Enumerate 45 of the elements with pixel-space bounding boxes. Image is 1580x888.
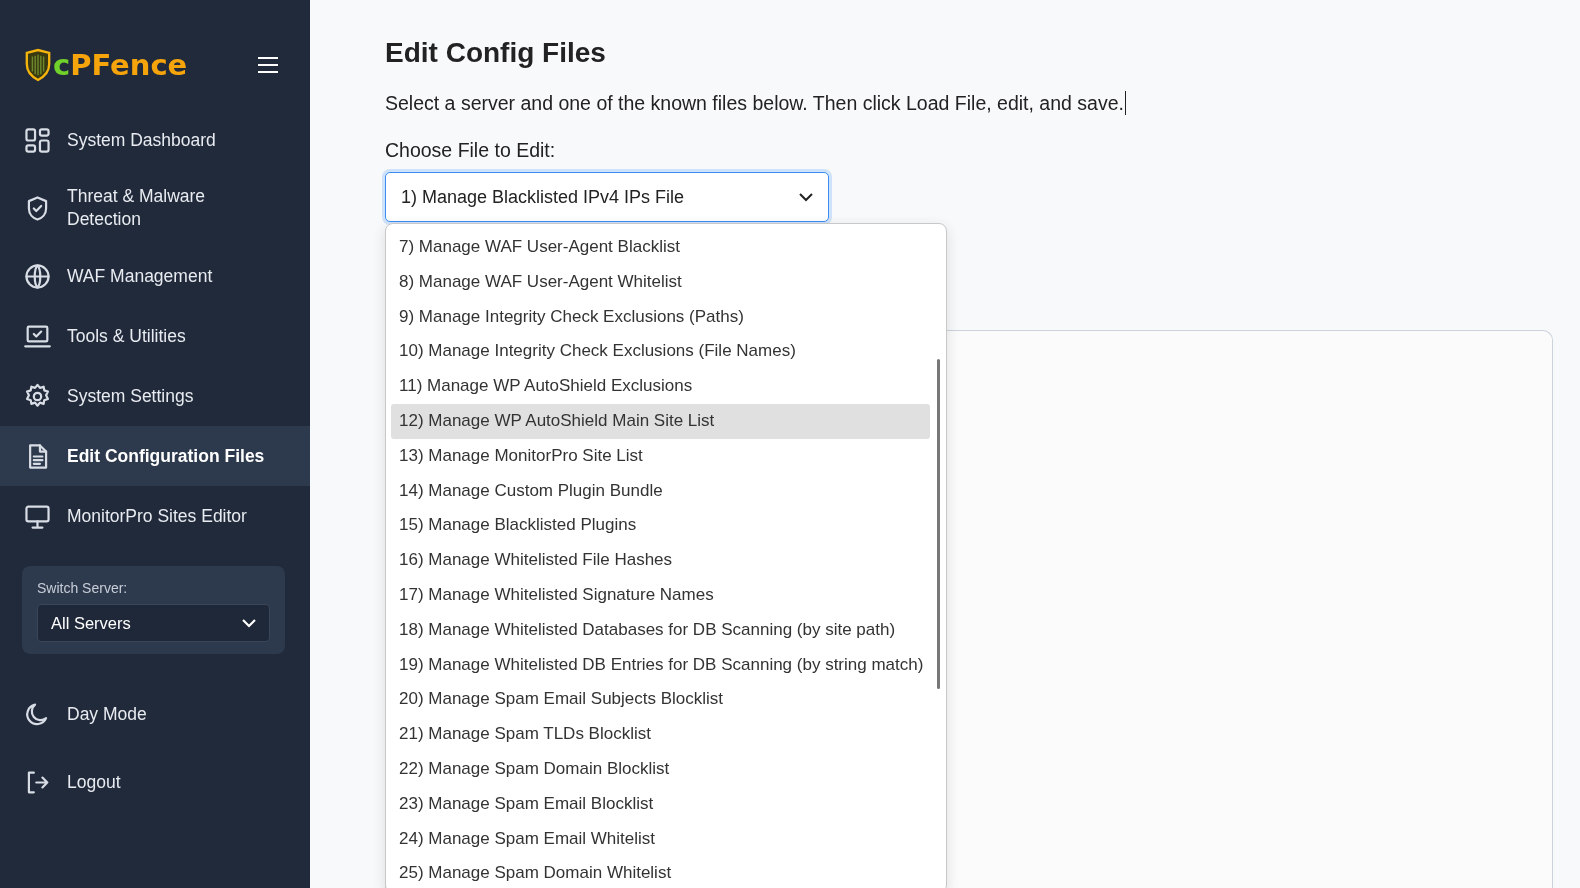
file-option[interactable]: 22) Manage Spam Domain Blocklist: [391, 751, 930, 787]
grid-icon: [24, 126, 51, 154]
server-select[interactable]: All Servers: [37, 604, 270, 642]
nav-item[interactable]: MonitorPro Sites Editor: [0, 486, 310, 546]
file-option[interactable]: 11) Manage WP AutoShield Exclusions: [391, 369, 930, 404]
file-select-label: Choose File to Edit:: [385, 139, 557, 162]
file-option[interactable]: 10) Manage Integrity Check Exclusions (File Names): [391, 334, 930, 370]
file-option[interactable]: 13) Manage MonitorPro Site List: [391, 438, 930, 474]
file-option[interactable]: 15) Manage Blacklisted Plugins: [391, 508, 930, 544]
file-option[interactable]: 17) Manage Whitelisted Signature Names: [391, 577, 930, 613]
chevron-down-icon: [799, 192, 813, 202]
file-option[interactable]: 20) Manage Spam Email Subjects Blocklist: [391, 682, 930, 718]
file-select[interactable]: 1) Manage Blacklisted IPv4 IPs File: [385, 172, 829, 222]
scrollbar[interactable]: [937, 359, 940, 689]
chevron-down-icon: [242, 618, 256, 628]
nav-item[interactable]: Edit Configuration Files: [0, 426, 310, 486]
gear-icon: [24, 382, 51, 410]
nav-item[interactable]: Threat & Malware Detection: [0, 170, 310, 246]
globe-icon: [24, 262, 51, 290]
logo-text: PFence: [70, 48, 188, 82]
shield-icon: [24, 48, 52, 82]
file-option[interactable]: 14) Manage Custom Plugin Bundle: [391, 473, 930, 509]
page-title: Edit Config Files: [385, 37, 607, 69]
file-option[interactable]: 19) Manage Whitelisted DB Entries for DB Scanning (by string match): [391, 647, 930, 683]
file-option[interactable]: 16) Manage Whitelisted File Hashes: [391, 543, 930, 578]
nav-item[interactable]: Day Mode: [0, 684, 310, 744]
file-option[interactable]: 8) Manage WAF User-Agent Whitelist: [391, 264, 930, 300]
nav-item[interactable]: System Dashboard: [0, 110, 310, 170]
file-option[interactable]: 7) Manage WAF User-Agent Blacklist: [391, 230, 930, 265]
logo-text: c: [53, 48, 71, 82]
menu-icon[interactable]: [258, 57, 278, 73]
nav-item[interactable]: System Settings: [0, 366, 310, 426]
file-option[interactable]: 25) Manage Spam Domain Whitelist: [391, 856, 930, 888]
nav-item[interactable]: Logout: [0, 744, 310, 820]
file-option[interactable]: 12) Manage WP AutoShield Main Site List: [391, 404, 930, 439]
switch-server-label: Switch Server:: [37, 580, 129, 596]
file-option[interactable]: 24) Manage Spam Email Whitelist: [391, 821, 930, 857]
file-option[interactable]: 9) Manage Integrity Check Exclusions (Paths): [391, 299, 930, 335]
file-option[interactable]: 21) Manage Spam TLDs Blocklist: [391, 717, 930, 752]
file-option[interactable]: 18) Manage Whitelisted Databases for DB Scanning (by site path): [391, 612, 930, 648]
text-cursor: [1124, 91, 1126, 115]
description: Select a server and one of the known files below. Then click Load File, edit, and save.: [385, 91, 1124, 115]
file-option[interactable]: 23) Manage Spam Email Blocklist: [391, 786, 930, 822]
nav-item[interactable]: WAF Management: [0, 246, 310, 306]
nav-item[interactable]: Tools & Utilities: [0, 306, 310, 366]
